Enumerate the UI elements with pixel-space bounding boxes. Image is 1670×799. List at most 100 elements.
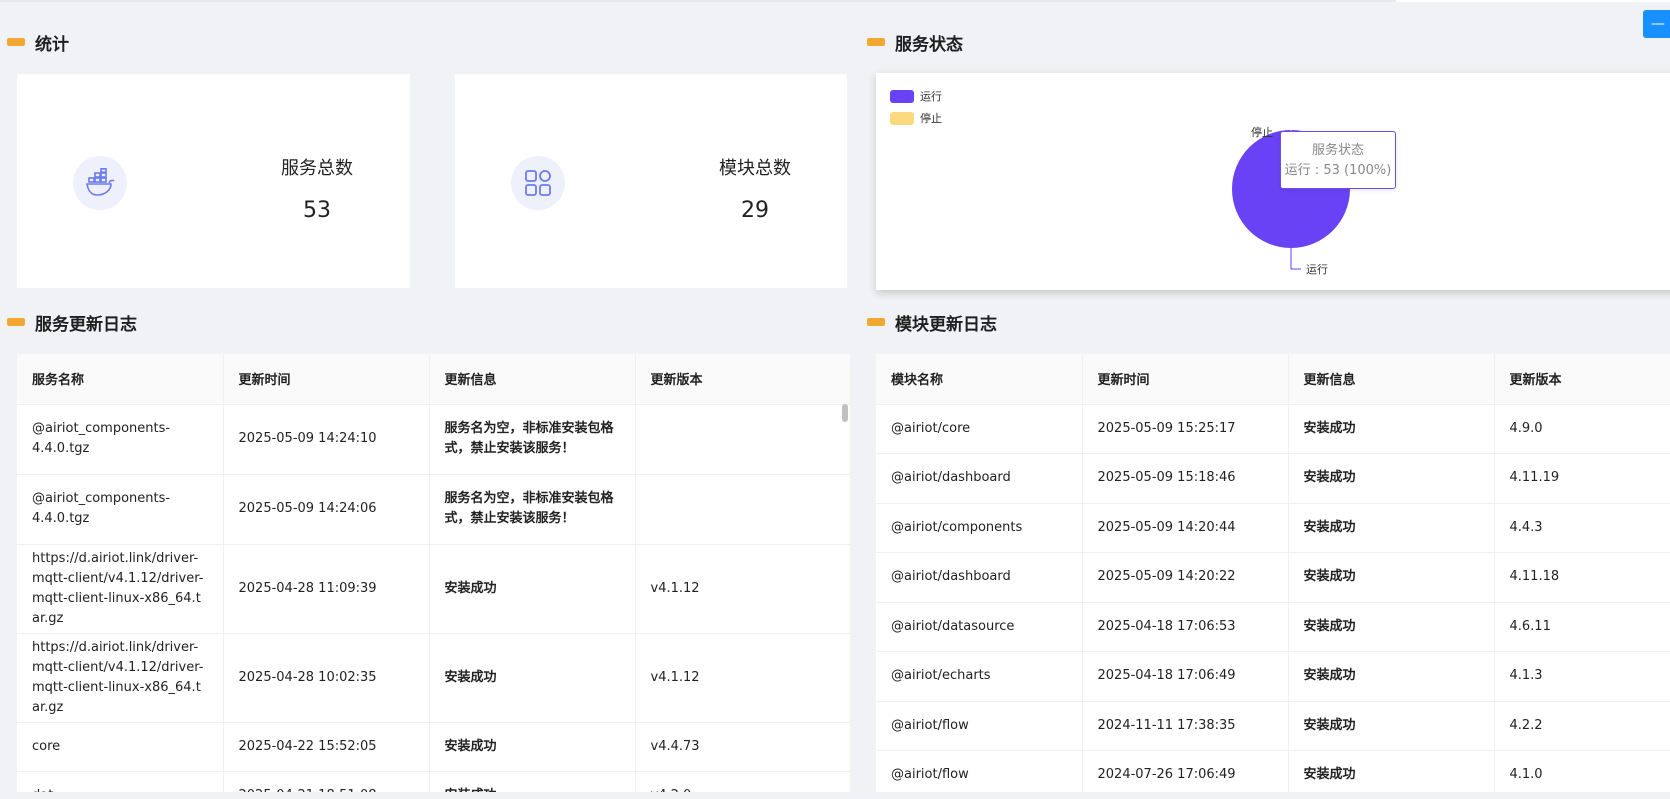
cell-update-time: 2025-04-21 18:51:08: [223, 771, 430, 792]
table-row[interactable]: @airiot/core 2025-05-09 15:25:17 安装成功 4.…: [876, 404, 1670, 454]
cell-update-info: 安装成功: [1288, 750, 1495, 792]
cell-update-time: 2025-05-09 14:24:06: [223, 474, 430, 545]
cell-update-info: 安装成功: [1288, 503, 1495, 553]
cell-service-name: https://d.airiot.link/driver-mqtt-client…: [17, 544, 224, 634]
stats-section-title: 统计: [7, 30, 69, 55]
cell-module-name: @airiot/datasource: [876, 602, 1083, 652]
column-header-update-info[interactable]: 更新信息: [429, 354, 636, 405]
apps-grid-icon: [511, 156, 565, 210]
table-row[interactable]: @airiot/flow 2024-11-11 17:38:35 安装成功 4.…: [876, 701, 1670, 751]
column-header-service-name[interactable]: 服务名称: [17, 354, 224, 405]
section-marker: [867, 318, 885, 326]
cell-update-version: v4.2.0: [635, 771, 850, 792]
service-log-table: 服务名称 更新时间 更新信息 更新版本 @airiot_components-4…: [17, 354, 850, 792]
cell-update-time: 2024-07-26 17:06:49: [1082, 750, 1289, 792]
cell-update-version: 4.11.18: [1494, 552, 1670, 603]
table-row[interactable]: core 2025-04-22 15:52:05 安装成功 v4.4.73: [17, 722, 850, 772]
cell-service-name: https://d.airiot.link/driver-mqtt-client…: [17, 633, 224, 723]
cell-update-version: v4.1.12: [635, 544, 850, 634]
table-row[interactable]: @airiot/echarts 2025-04-18 17:06:49 安装成功…: [876, 651, 1670, 702]
corner-action-button[interactable]: —: [1643, 10, 1670, 38]
table-row[interactable]: dat 2025-04-21 18:51:08 安装成功 v4.2.0: [17, 771, 850, 792]
cell-update-version: [635, 474, 850, 545]
cell-update-time: 2025-04-28 11:09:39: [223, 544, 430, 634]
column-header-update-time[interactable]: 更新时间: [223, 354, 430, 405]
column-header-update-version[interactable]: 更新版本: [635, 354, 850, 405]
column-header-update-info[interactable]: 更新信息: [1288, 354, 1495, 405]
table-row[interactable]: https://d.airiot.link/driver-mqtt-client…: [17, 544, 850, 634]
table-row[interactable]: @airiot/datasource 2025-04-18 17:06:53 安…: [876, 602, 1670, 652]
table-row[interactable]: @airiot_components-4.4.0.tgz 2025-05-09 …: [17, 404, 850, 475]
cell-update-info: 服务名为空，非标准安装包格式，禁止安装该服务！: [429, 474, 636, 545]
cell-update-info: 安装成功: [1288, 602, 1495, 652]
cell-service-name: @airiot_components-4.4.0.tgz: [17, 474, 224, 545]
cell-update-version: 4.11.19: [1494, 453, 1670, 504]
cell-update-info: 服务名为空，非标准安装包格式，禁止安装该服务！: [429, 404, 636, 475]
chart-tooltip: 服务状态 运行 : 53 (100%): [1280, 131, 1396, 189]
column-header-module-name[interactable]: 模块名称: [876, 354, 1083, 405]
module-log-section-title: 模块更新日志: [867, 310, 997, 335]
cell-update-time: 2025-05-09 14:20:44: [1082, 503, 1289, 553]
cell-update-time: 2025-04-28 10:02:35: [223, 633, 430, 723]
table-header-row: 服务名称 更新时间 更新信息 更新版本: [17, 354, 850, 405]
cell-update-info: 安装成功: [1288, 552, 1495, 603]
service-log-section-title: 服务更新日志: [7, 310, 137, 335]
service-total-value: 53: [303, 198, 331, 223]
module-total-label: 模块总数: [719, 158, 791, 179]
module-total-card: 模块总数 29: [455, 74, 847, 288]
cell-module-name: @airiot/flow: [876, 750, 1083, 792]
pie-chart: 停止 运行: [1232, 125, 1350, 276]
cell-update-version: 4.6.11: [1494, 602, 1670, 652]
service-status-title-text: 服务状态: [895, 34, 963, 55]
table-header-row: 模块名称 更新时间 更新信息 更新版本: [876, 354, 1670, 405]
cell-service-name: dat: [17, 771, 224, 792]
cell-update-time: 2024-11-11 17:38:35: [1082, 701, 1289, 751]
cell-update-version: 4.1.0: [1494, 750, 1670, 792]
cell-update-info: 安装成功: [429, 544, 636, 634]
column-header-update-version[interactable]: 更新版本: [1494, 354, 1670, 405]
service-total-label: 服务总数: [281, 158, 353, 179]
slice-label-running: 运行: [1306, 263, 1328, 276]
table-scrollbar[interactable]: [842, 404, 848, 422]
cell-module-name: @airiot/core: [876, 404, 1083, 454]
cell-update-version: 4.2.2: [1494, 701, 1670, 751]
table-row[interactable]: @airiot/dashboard 2025-05-09 14:20:22 安装…: [876, 552, 1670, 603]
service-log-title-text: 服务更新日志: [35, 314, 137, 335]
bottom-strip: [0, 792, 1670, 799]
cell-update-info: 安装成功: [1288, 453, 1495, 504]
tooltip-text: 运行 : 53 (100%): [1284, 163, 1392, 178]
cell-update-time: 2025-05-09 15:25:17: [1082, 404, 1289, 454]
cell-update-info: 安装成功: [1288, 651, 1495, 702]
cell-module-name: @airiot/flow: [876, 701, 1083, 751]
cell-module-name: @airiot/dashboard: [876, 453, 1083, 504]
column-header-update-time[interactable]: 更新时间: [1082, 354, 1289, 405]
cell-service-name: @airiot_components-4.4.0.tgz: [17, 404, 224, 475]
cell-update-version: v4.4.73: [635, 722, 850, 772]
cell-update-time: 2025-05-09 14:24:10: [223, 404, 430, 475]
cell-update-info: 安装成功: [429, 722, 636, 772]
top-strip-highlight: [1396, 0, 1670, 2]
cell-update-version: 4.4.3: [1494, 503, 1670, 553]
table-row[interactable]: https://d.airiot.link/driver-mqtt-client…: [17, 633, 850, 723]
service-status-chart-card: 运行 停止 停止 运行 服务状态 运行 : 53 (100%): [876, 73, 1670, 290]
table-row[interactable]: @airiot/components 2025-05-09 14:20:44 安…: [876, 503, 1670, 553]
section-marker: [867, 38, 885, 46]
module-log-table: 模块名称 更新时间 更新信息 更新版本 @airiot/core 2025-05…: [876, 354, 1670, 792]
tooltip-title: 服务状态: [1311, 143, 1364, 158]
table-row[interactable]: @airiot_components-4.4.0.tgz 2025-05-09 …: [17, 474, 850, 545]
cell-update-info: 安装成功: [429, 633, 636, 723]
service-status-section-title: 服务状态: [867, 30, 963, 55]
cell-update-time: 2025-05-09 14:20:22: [1082, 552, 1289, 603]
table-row[interactable]: @airiot/dashboard 2025-05-09 15:18:46 安装…: [876, 453, 1670, 504]
cell-module-name: @airiot/components: [876, 503, 1083, 553]
cell-update-version: 4.1.3: [1494, 651, 1670, 702]
cell-update-time: 2025-05-09 15:18:46: [1082, 453, 1289, 504]
docker-whale-icon: [73, 156, 127, 210]
stats-title-text: 统计: [35, 34, 69, 55]
cell-update-info: 安装成功: [1288, 701, 1495, 751]
slice-label-stopped: 停止: [1251, 125, 1273, 139]
module-total-value: 29: [741, 198, 769, 223]
table-row[interactable]: @airiot/flow 2024-07-26 17:06:49 安装成功 4.…: [876, 750, 1670, 792]
cell-update-time: 2025-04-18 17:06:53: [1082, 602, 1289, 652]
cell-update-info: 安装成功: [1288, 404, 1495, 454]
